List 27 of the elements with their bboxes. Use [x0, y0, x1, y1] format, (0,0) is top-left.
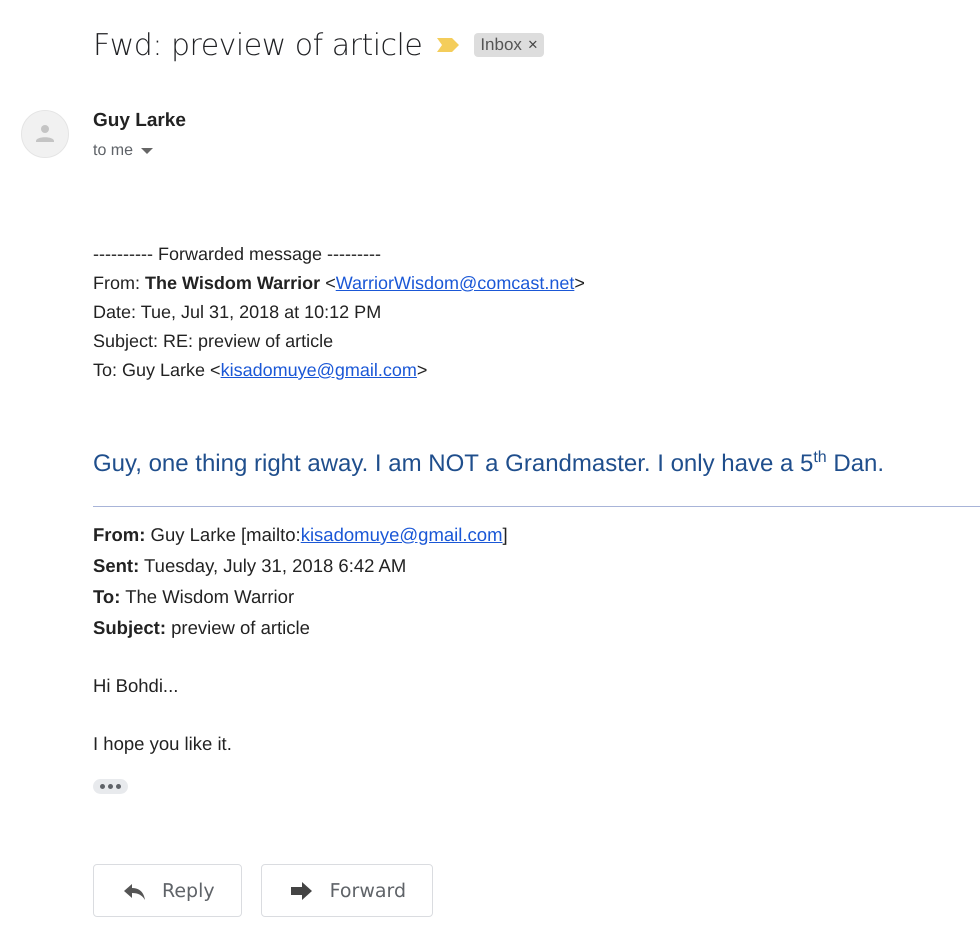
header-line: Date: Tue, Jul 31, 2018 at 10:12 PM [93, 301, 382, 324]
email-subject: Fwd: preview of article [93, 28, 422, 62]
reply-button[interactable]: Reply [93, 864, 242, 917]
header-line: To: Guy Larke <kisadomuye@gmail.com> [93, 359, 428, 382]
avatar-icon [21, 110, 69, 158]
email-link[interactable]: kisadomuye@gmail.com [300, 524, 502, 545]
header-line: Subject: RE: preview of article [93, 330, 334, 353]
message-paragraph: Hi Bohdi... [93, 674, 180, 698]
arrow-icon [290, 880, 314, 900]
header-line: From: Guy Larke [mailto:kisadomuye@gmail.com] [93, 523, 509, 547]
email-link[interactable]: WarriorWisdom@comcast.net [336, 273, 574, 293]
inbox-label: Inbox × [474, 33, 544, 57]
importance-marker-icon[interactable] [436, 37, 460, 53]
forward-button[interactable]: Forward [260, 864, 434, 917]
header-line: From: The Wisdom Warrior <WarriorWisdom@comcast.net> [93, 272, 586, 295]
header-line: Sent: Tuesday, July 31, 2018 6:42 AM [93, 554, 408, 578]
sender-name: Guy Larke [93, 110, 186, 132]
header-line: Subject: preview of article [93, 616, 311, 640]
email-link[interactable]: kisadomuye@gmail.com [220, 360, 417, 380]
reply-message: Guy, one thing right away. I am NOT a Grandmaster. I only have a 5$^{th}$ Dan. [93, 449, 886, 478]
header-line: To: The Wisdom Warrior [93, 585, 296, 609]
message-paragraph: I hope you like it. [93, 732, 233, 756]
recipient-text: to me [93, 142, 134, 160]
header-line: ---------- Forwarded message --------- [93, 243, 382, 266]
show-trimmed-content-button[interactable] [93, 779, 128, 794]
caret-icon[interactable] [141, 148, 154, 154]
remove-label-button[interactable]: × [528, 35, 538, 55]
